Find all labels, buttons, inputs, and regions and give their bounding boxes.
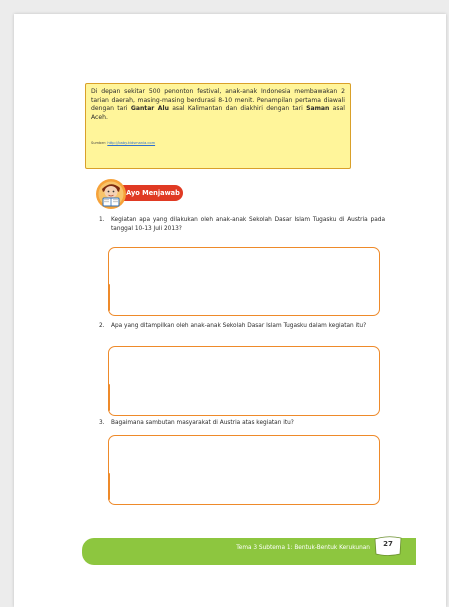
footer-bar: [82, 538, 416, 565]
question-text: Apa yang ditampilkan oleh anak-anak Seko…: [111, 323, 367, 329]
dance-name-saman: Saman: [306, 105, 330, 113]
footer-theme-text: Tema 3 Subtema 1: Bentuk-Bentuk Kerukuna…: [236, 545, 370, 551]
answer-box-1[interactable]: [108, 247, 380, 316]
question-1: 1. Kegiatan apa yang dilakukan oleh anak…: [99, 216, 385, 233]
info-text-part: asal Kalimantan dan diakhiri dengan tari: [168, 105, 307, 113]
dance-name-gantar-alu: Gantar Alu: [130, 105, 169, 113]
page-number: 27: [383, 540, 393, 548]
question-text: Bagaimana sambutan masyarakat di Austria…: [111, 420, 294, 426]
question-number: 1.: [99, 217, 105, 223]
question-number: 2.: [99, 323, 105, 329]
source-label: Sumber:: [91, 141, 108, 145]
question-2: 2. Apa yang ditampilkan oleh anak-anak S…: [99, 322, 385, 331]
answer-box-3[interactable]: [108, 435, 380, 505]
question-3: 3. Bagaimana sambutan masyarakat di Aust…: [99, 419, 385, 428]
answer-box-2[interactable]: [108, 346, 380, 416]
info-text: Di depan sekitar 500 penonton festival, …: [91, 88, 345, 122]
ayo-menjawab-header: Ayo Menjawab: [95, 176, 195, 212]
source-link[interactable]: http://baby.kidsmania.com: [107, 141, 155, 145]
question-number: 3.: [99, 420, 105, 426]
student-reading-icon: [96, 179, 126, 209]
source-line: Sumber: http://baby.kidsmania.com: [91, 141, 155, 145]
info-box: Di depan sekitar 500 penonton festival, …: [85, 83, 351, 169]
question-text: Kegiatan apa yang dilakukan oleh anak-an…: [111, 217, 385, 232]
